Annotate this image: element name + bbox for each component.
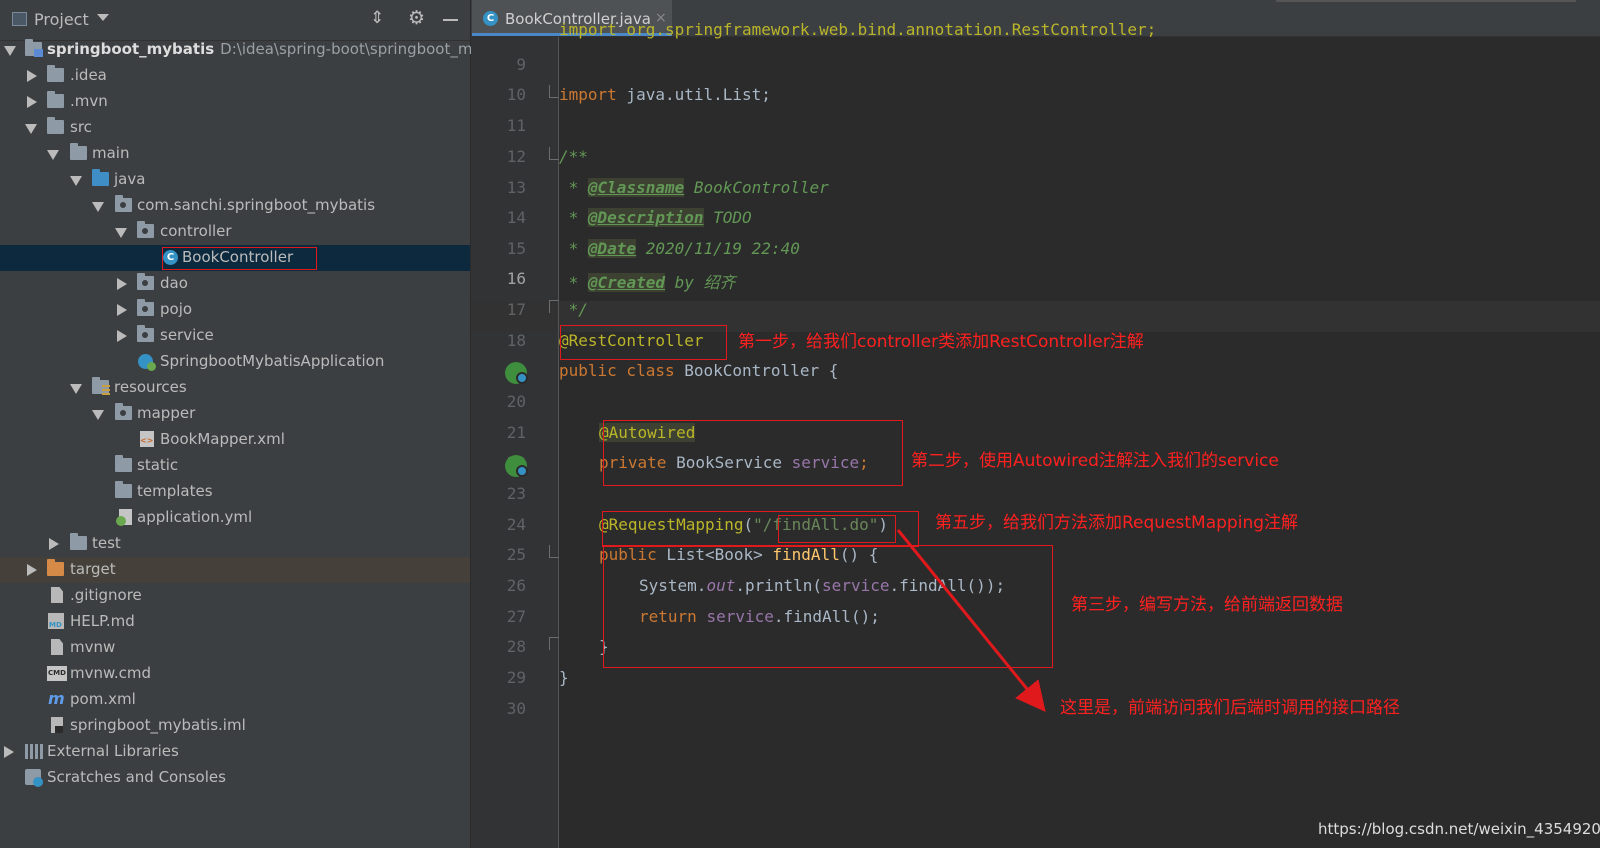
arrow-to-path-note [896,529,1046,712]
annotation-path-note: 这里是，前端访问我们后端时调用的接口路径 [1060,698,1400,718]
annotation-arrow-layer [896,529,1046,712]
watermark: https://blog.csdn.net/weixin_43549208 [1318,820,1600,838]
